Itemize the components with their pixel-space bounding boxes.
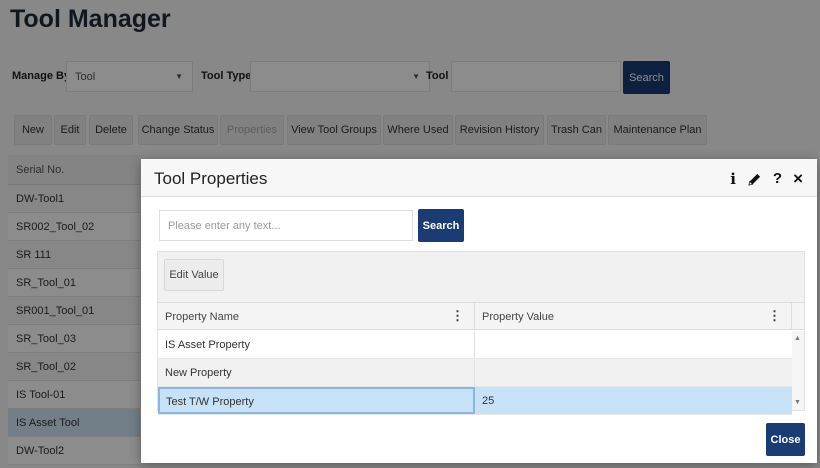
property-value-cell[interactable]: 25	[475, 387, 792, 414]
property-search-input[interactable]	[159, 210, 413, 241]
property-search-button[interactable]: Search	[418, 209, 464, 242]
property-name-cell[interactable]: Test T/W Property	[158, 387, 475, 414]
property-name-cell[interactable]: IS Asset Property	[158, 331, 475, 358]
help-icon[interactable]: ?	[773, 170, 782, 188]
close-icon[interactable]: ×	[793, 170, 803, 188]
info-icon[interactable]: i	[730, 170, 736, 188]
scroll-up-icon[interactable]: ▲	[794, 335, 801, 342]
column-label: Property Value	[482, 311, 554, 323]
properties-table-header: Property Name ⋮ Property Value ⋮	[158, 302, 804, 330]
vertical-scrollbar[interactable]: ▲ ▼	[792, 331, 804, 410]
header-icons: i ? ×	[730, 170, 803, 189]
tool-properties-dialog: Tool Properties i ? × Search Edit Value …	[141, 159, 817, 463]
close-button[interactable]: Close	[766, 423, 805, 456]
dialog-header: Tool Properties i ? ×	[141, 159, 817, 197]
pencil-icon[interactable]	[747, 172, 762, 187]
dialog-title: Tool Properties	[154, 169, 268, 188]
column-menu-icon[interactable]: ⋮	[768, 309, 781, 322]
property-value-cell[interactable]	[475, 331, 792, 358]
property-value-column-header[interactable]: Property Value ⋮	[475, 303, 792, 329]
table-row[interactable]: IS Asset Property	[158, 331, 792, 359]
property-name-column-header[interactable]: Property Name ⋮	[158, 303, 475, 329]
edit-value-button[interactable]: Edit Value	[164, 259, 224, 291]
column-label: Property Name	[165, 311, 239, 323]
scroll-down-icon[interactable]: ▼	[794, 399, 801, 406]
table-row[interactable]: New Property	[158, 359, 792, 387]
property-value-cell[interactable]	[475, 359, 792, 386]
properties-table: Property Name ⋮ Property Value ⋮ IS Asse…	[158, 302, 804, 415]
property-name-cell[interactable]: New Property	[158, 359, 475, 386]
column-menu-icon[interactable]: ⋮	[451, 309, 464, 322]
properties-panel: Edit Value Property Name ⋮ Property Valu…	[157, 251, 805, 415]
table-row-selected[interactable]: Test T/W Property 25	[158, 387, 792, 415]
